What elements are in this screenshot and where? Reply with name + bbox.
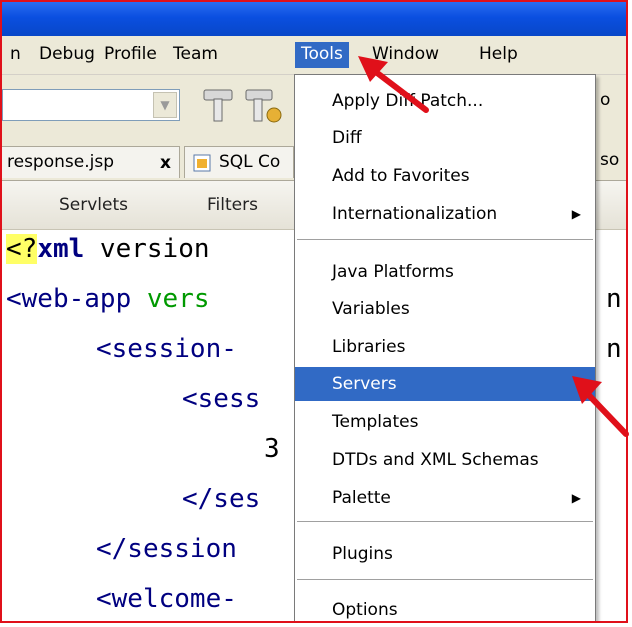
tab-close-icon[interactable]: x <box>160 153 171 173</box>
submenu-arrow-icon: ▶ <box>571 491 581 505</box>
menu-separator <box>297 521 593 522</box>
code-line: 3 <box>264 434 280 464</box>
menu-run[interactable]: n <box>10 44 21 64</box>
code-line: <web-app vers <box>6 284 210 314</box>
hammer-tool-icon[interactable] <box>198 85 238 125</box>
clipped-text: o <box>600 90 611 110</box>
menu-item-palette[interactable]: Palette ▶ <box>295 481 595 515</box>
menu-profile[interactable]: Profile <box>104 44 157 64</box>
menu-item-plugins[interactable]: Plugins <box>295 537 595 571</box>
menu-item-templates[interactable]: Templates <box>295 405 595 439</box>
menu-item-apply-diff-patch[interactable]: Apply Diff Patch... <box>295 84 595 118</box>
view-servlets[interactable]: Servlets <box>59 195 128 215</box>
menu-tools[interactable]: Tools <box>295 42 349 68</box>
menu-item-servers[interactable]: Servers <box>295 367 595 401</box>
menu-item-add-to-favorites[interactable]: Add to Favorites <box>295 159 595 193</box>
menu-separator <box>297 579 593 580</box>
tab-label: response.jsp <box>7 152 114 172</box>
ide-window: n Debug Profile Team Tools Window Help ▼… <box>0 0 628 623</box>
code-line: </ses <box>182 484 261 514</box>
build-tool-icon[interactable] <box>242 85 282 125</box>
menu-help[interactable]: Help <box>479 44 518 64</box>
sql-file-icon <box>193 154 211 172</box>
clipped-text: n <box>606 284 622 314</box>
clipped-text: n <box>606 334 622 364</box>
code-line: <?xml version <box>6 234 210 264</box>
title-bar <box>2 2 626 36</box>
menu-item-options[interactable]: Options <box>295 593 595 621</box>
submenu-arrow-icon: ▶ <box>571 207 581 221</box>
code-line: <welcome- <box>96 584 237 614</box>
menu-debug[interactable]: Debug <box>39 44 95 64</box>
clipped-text: so <box>600 150 620 170</box>
menu-separator <box>297 239 593 240</box>
tab-response-jsp[interactable]: response.jsp x <box>2 146 180 178</box>
combo-dropdown-arrow-icon[interactable]: ▼ <box>153 92 177 118</box>
tab-sql-command[interactable]: SQL Co <box>184 146 294 178</box>
annotation-arrow-tools <box>358 56 429 113</box>
view-filters[interactable]: Filters <box>207 195 258 215</box>
tools-menu-dropdown: Apply Diff Patch... Diff Add to Favorite… <box>294 74 596 621</box>
menu-item-libraries[interactable]: Libraries <box>295 330 595 364</box>
configuration-combo[interactable]: ▼ <box>2 89 180 121</box>
menu-item-java-platforms[interactable]: Java Platforms <box>295 255 595 289</box>
menu-bar: n Debug Profile Team Tools Window Help <box>2 36 626 75</box>
menu-item-variables[interactable]: Variables <box>295 292 595 326</box>
code-line: <sess <box>182 384 261 414</box>
code-line: </session <box>96 534 237 564</box>
menu-item-dtds-and-xml-schemas[interactable]: DTDs and XML Schemas <box>295 443 595 477</box>
menu-item-internationalization[interactable]: Internationalization ▶ <box>295 197 595 231</box>
menu-item-diff[interactable]: Diff <box>295 121 595 155</box>
menu-team[interactable]: Team <box>173 44 218 64</box>
tab-label: SQL Co <box>219 152 281 172</box>
annotation-arrow-servers <box>572 376 629 437</box>
code-line: <session- <box>96 334 237 364</box>
